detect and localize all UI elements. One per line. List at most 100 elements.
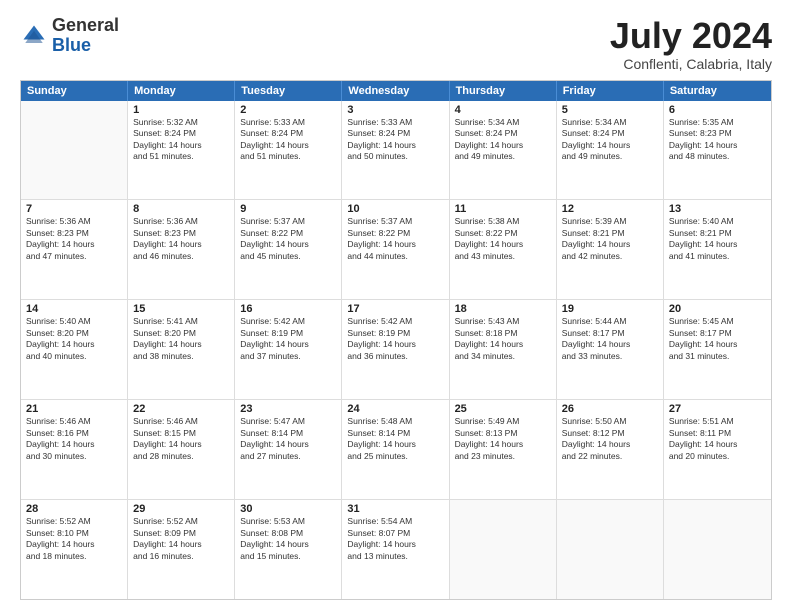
calendar-cell-25: 25Sunrise: 5:49 AM Sunset: 8:13 PM Dayli… [450,400,557,499]
day-number: 26 [562,403,658,415]
calendar-cell-10: 10Sunrise: 5:37 AM Sunset: 8:22 PM Dayli… [342,200,449,299]
calendar-cell-empty-0-0 [21,101,128,200]
cell-info: Sunrise: 5:51 AM Sunset: 8:11 PM Dayligh… [669,416,766,462]
calendar-cell-2: 2Sunrise: 5:33 AM Sunset: 8:24 PM Daylig… [235,101,342,200]
cell-info: Sunrise: 5:48 AM Sunset: 8:14 PM Dayligh… [347,416,443,462]
calendar-cell-9: 9Sunrise: 5:37 AM Sunset: 8:22 PM Daylig… [235,200,342,299]
cell-info: Sunrise: 5:47 AM Sunset: 8:14 PM Dayligh… [240,416,336,462]
calendar-cell-29: 29Sunrise: 5:52 AM Sunset: 8:09 PM Dayli… [128,500,235,599]
weekday-header-friday: Friday [557,81,664,101]
day-number: 4 [455,104,551,116]
cell-info: Sunrise: 5:37 AM Sunset: 8:22 PM Dayligh… [240,216,336,262]
day-number: 5 [562,104,658,116]
cell-info: Sunrise: 5:53 AM Sunset: 8:08 PM Dayligh… [240,516,336,562]
cell-info: Sunrise: 5:32 AM Sunset: 8:24 PM Dayligh… [133,117,229,163]
calendar-header: SundayMondayTuesdayWednesdayThursdayFrid… [21,81,771,101]
calendar-cell-27: 27Sunrise: 5:51 AM Sunset: 8:11 PM Dayli… [664,400,771,499]
logo-blue: Blue [52,35,91,55]
calendar-cell-empty-4-4 [450,500,557,599]
page: General Blue July 2024 Conflenti, Calabr… [0,0,792,612]
calendar-cell-20: 20Sunrise: 5:45 AM Sunset: 8:17 PM Dayli… [664,300,771,399]
calendar-cell-26: 26Sunrise: 5:50 AM Sunset: 8:12 PM Dayli… [557,400,664,499]
calendar-cell-empty-4-5 [557,500,664,599]
day-number: 11 [455,203,551,215]
cell-info: Sunrise: 5:40 AM Sunset: 8:21 PM Dayligh… [669,216,766,262]
calendar-cell-8: 8Sunrise: 5:36 AM Sunset: 8:23 PM Daylig… [128,200,235,299]
logo-general: General [52,15,119,35]
calendar-cell-23: 23Sunrise: 5:47 AM Sunset: 8:14 PM Dayli… [235,400,342,499]
cell-info: Sunrise: 5:42 AM Sunset: 8:19 PM Dayligh… [347,316,443,362]
calendar-cell-6: 6Sunrise: 5:35 AM Sunset: 8:23 PM Daylig… [664,101,771,200]
logo-icon [20,22,48,50]
calendar-cell-31: 31Sunrise: 5:54 AM Sunset: 8:07 PM Dayli… [342,500,449,599]
cell-info: Sunrise: 5:36 AM Sunset: 8:23 PM Dayligh… [26,216,122,262]
calendar-cell-18: 18Sunrise: 5:43 AM Sunset: 8:18 PM Dayli… [450,300,557,399]
cell-info: Sunrise: 5:39 AM Sunset: 8:21 PM Dayligh… [562,216,658,262]
calendar-cell-19: 19Sunrise: 5:44 AM Sunset: 8:17 PM Dayli… [557,300,664,399]
cell-info: Sunrise: 5:52 AM Sunset: 8:10 PM Dayligh… [26,516,122,562]
calendar-cell-empty-4-6 [664,500,771,599]
day-number: 21 [26,403,122,415]
day-number: 24 [347,403,443,415]
day-number: 29 [133,503,229,515]
calendar-cell-15: 15Sunrise: 5:41 AM Sunset: 8:20 PM Dayli… [128,300,235,399]
logo-text: General Blue [52,16,119,56]
day-number: 1 [133,104,229,116]
day-number: 31 [347,503,443,515]
day-number: 14 [26,303,122,315]
day-number: 10 [347,203,443,215]
day-number: 19 [562,303,658,315]
day-number: 20 [669,303,766,315]
cell-info: Sunrise: 5:45 AM Sunset: 8:17 PM Dayligh… [669,316,766,362]
cell-info: Sunrise: 5:40 AM Sunset: 8:20 PM Dayligh… [26,316,122,362]
calendar-cell-21: 21Sunrise: 5:46 AM Sunset: 8:16 PM Dayli… [21,400,128,499]
calendar-cell-13: 13Sunrise: 5:40 AM Sunset: 8:21 PM Dayli… [664,200,771,299]
calendar-cell-17: 17Sunrise: 5:42 AM Sunset: 8:19 PM Dayli… [342,300,449,399]
title-block: July 2024 Conflenti, Calabria, Italy [610,16,772,72]
day-number: 27 [669,403,766,415]
calendar-cell-5: 5Sunrise: 5:34 AM Sunset: 8:24 PM Daylig… [557,101,664,200]
calendar-row-5: 28Sunrise: 5:52 AM Sunset: 8:10 PM Dayli… [21,500,771,599]
calendar-row-2: 7Sunrise: 5:36 AM Sunset: 8:23 PM Daylig… [21,200,771,300]
calendar-cell-12: 12Sunrise: 5:39 AM Sunset: 8:21 PM Dayli… [557,200,664,299]
cell-info: Sunrise: 5:35 AM Sunset: 8:23 PM Dayligh… [669,117,766,163]
day-number: 9 [240,203,336,215]
weekday-header-wednesday: Wednesday [342,81,449,101]
cell-info: Sunrise: 5:33 AM Sunset: 8:24 PM Dayligh… [347,117,443,163]
month-year: July 2024 [610,16,772,56]
cell-info: Sunrise: 5:49 AM Sunset: 8:13 PM Dayligh… [455,416,551,462]
day-number: 30 [240,503,336,515]
day-number: 3 [347,104,443,116]
weekday-header-tuesday: Tuesday [235,81,342,101]
cell-info: Sunrise: 5:46 AM Sunset: 8:16 PM Dayligh… [26,416,122,462]
calendar-cell-28: 28Sunrise: 5:52 AM Sunset: 8:10 PM Dayli… [21,500,128,599]
day-number: 13 [669,203,766,215]
calendar-body: 1Sunrise: 5:32 AM Sunset: 8:24 PM Daylig… [21,101,771,599]
weekday-header-thursday: Thursday [450,81,557,101]
cell-info: Sunrise: 5:46 AM Sunset: 8:15 PM Dayligh… [133,416,229,462]
weekday-header-saturday: Saturday [664,81,771,101]
cell-info: Sunrise: 5:54 AM Sunset: 8:07 PM Dayligh… [347,516,443,562]
header: General Blue July 2024 Conflenti, Calabr… [20,16,772,72]
weekday-header-sunday: Sunday [21,81,128,101]
day-number: 25 [455,403,551,415]
day-number: 8 [133,203,229,215]
calendar-cell-22: 22Sunrise: 5:46 AM Sunset: 8:15 PM Dayli… [128,400,235,499]
day-number: 18 [455,303,551,315]
calendar-row-3: 14Sunrise: 5:40 AM Sunset: 8:20 PM Dayli… [21,300,771,400]
weekday-header-monday: Monday [128,81,235,101]
cell-info: Sunrise: 5:43 AM Sunset: 8:18 PM Dayligh… [455,316,551,362]
cell-info: Sunrise: 5:38 AM Sunset: 8:22 PM Dayligh… [455,216,551,262]
day-number: 12 [562,203,658,215]
cell-info: Sunrise: 5:44 AM Sunset: 8:17 PM Dayligh… [562,316,658,362]
day-number: 17 [347,303,443,315]
cell-info: Sunrise: 5:52 AM Sunset: 8:09 PM Dayligh… [133,516,229,562]
cell-info: Sunrise: 5:33 AM Sunset: 8:24 PM Dayligh… [240,117,336,163]
day-number: 16 [240,303,336,315]
day-number: 2 [240,104,336,116]
day-number: 6 [669,104,766,116]
cell-info: Sunrise: 5:36 AM Sunset: 8:23 PM Dayligh… [133,216,229,262]
calendar-cell-30: 30Sunrise: 5:53 AM Sunset: 8:08 PM Dayli… [235,500,342,599]
day-number: 23 [240,403,336,415]
calendar-cell-11: 11Sunrise: 5:38 AM Sunset: 8:22 PM Dayli… [450,200,557,299]
